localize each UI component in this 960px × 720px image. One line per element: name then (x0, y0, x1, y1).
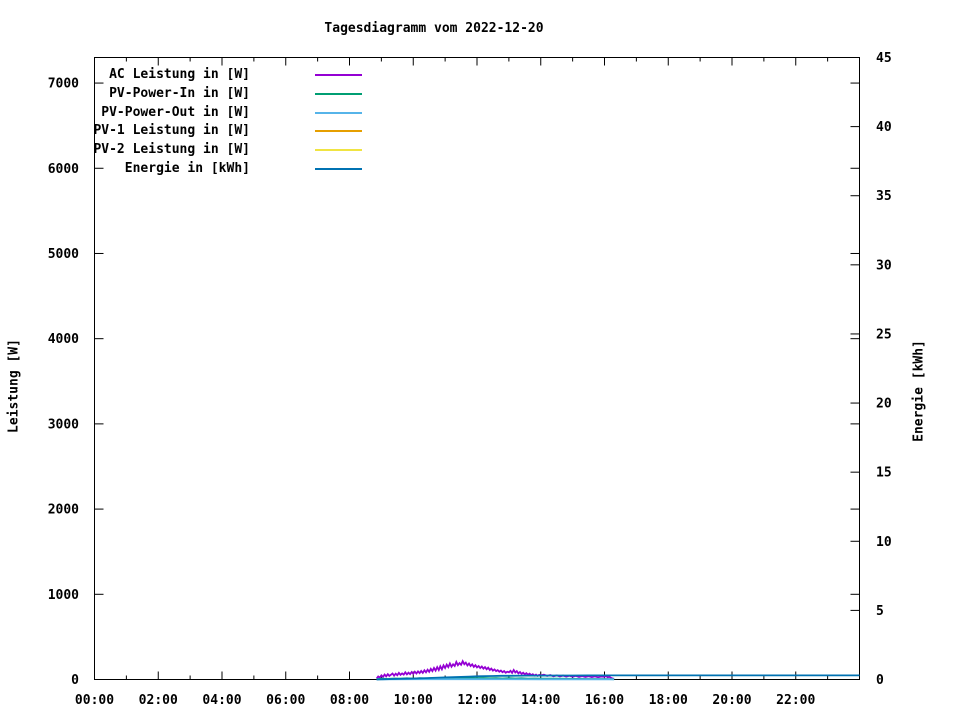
left-axis-tick-label: 3000 (48, 417, 79, 432)
plot-area: 00:00 02:00 04:00 06:00 08:00 10:00 12:00 14:00… (48, 51, 892, 708)
x-axis-tick-label: 14:00 (521, 693, 560, 708)
left-axis-tick-label: 0 (71, 673, 79, 688)
plot-border (94, 57, 860, 680)
right-axis-tick-label: 45 (876, 51, 892, 66)
right-axis-tick-label: 20 (876, 397, 892, 412)
x-axis-tick-label: 22:00 (776, 693, 815, 708)
right-axis-tick-label: 25 (876, 327, 892, 342)
left-axis-tick-label: 5000 (48, 247, 79, 262)
left-axis-tick-label: 7000 (48, 77, 79, 92)
chart-canvas: Tagesdiagramm vom 2022-12-20 Leistung [W… (0, 0, 960, 720)
right-axis-tick-label: 10 (876, 535, 892, 550)
right-axis-tick-label: 5 (876, 604, 884, 619)
x-axis-tick-label: 18:00 (649, 693, 688, 708)
left-axis-tick-label: 1000 (48, 588, 79, 603)
x-axis-tick-label: 04:00 (202, 693, 241, 708)
left-axis-tick-label: 6000 (48, 162, 79, 177)
x-axis-tick-label: 08:00 (330, 693, 369, 708)
right-axis-tick-label: 40 (876, 120, 892, 135)
x-axis-tick-label: 10:00 (394, 693, 433, 708)
left-axis-tick-label: 4000 (48, 332, 79, 347)
x-axis-tick-label: 16:00 (585, 693, 624, 708)
x-axis-tick-label: 02:00 (139, 693, 178, 708)
right-axis-tick-label: 35 (876, 189, 892, 204)
right-axis-tick-label: 0 (876, 673, 884, 688)
right-axis-tick-label: 30 (876, 258, 892, 273)
left-axis-tick-label: 2000 (48, 503, 79, 518)
right-axis-tick-label: 15 (876, 466, 892, 481)
x-axis-tick-label: 20:00 (712, 693, 751, 708)
x-axis-tick-label: 00:00 (75, 693, 114, 708)
x-axis-tick-label: 12:00 (457, 693, 496, 708)
x-axis-tick-label: 06:00 (266, 693, 305, 708)
